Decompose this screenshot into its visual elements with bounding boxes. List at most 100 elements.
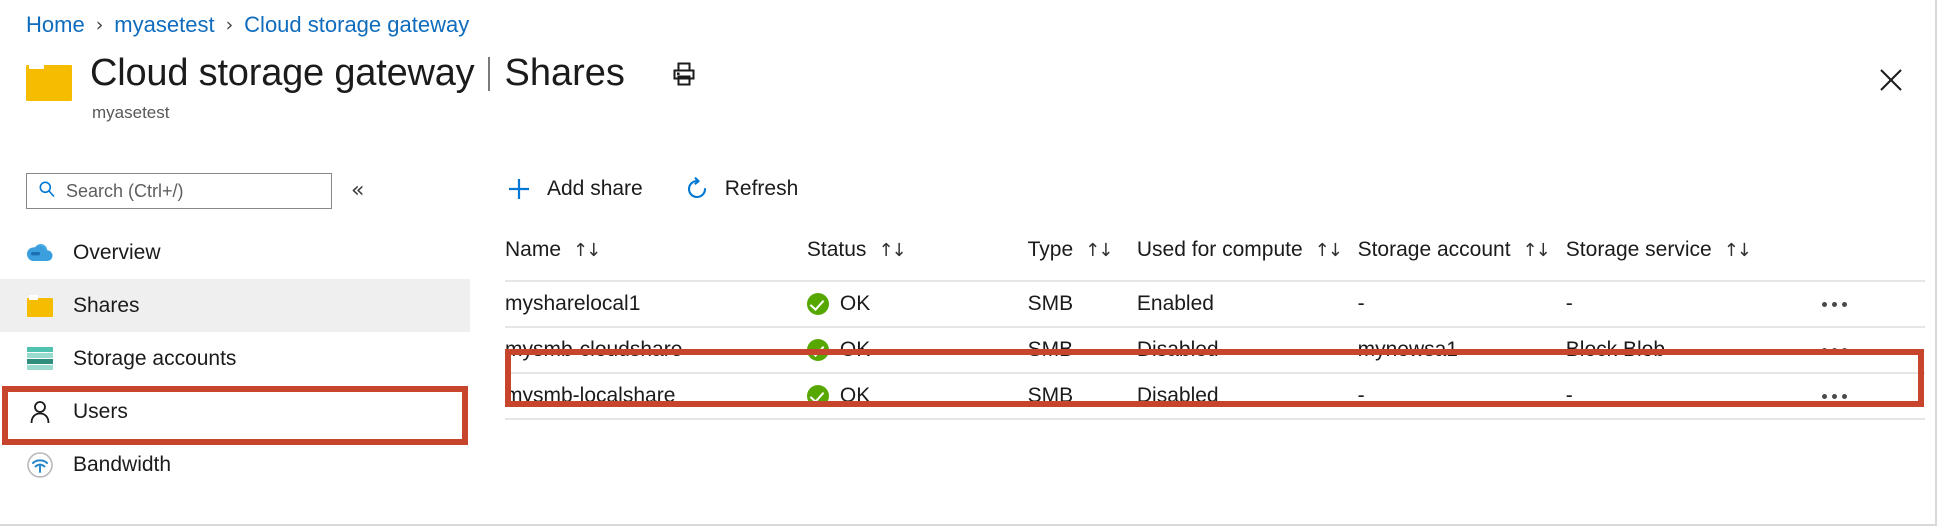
column-header-status[interactable]: Status ↑↓ [807, 220, 1028, 281]
sidebar-item-label: Bandwidth [73, 453, 171, 477]
cell-storage-service: - [1566, 281, 1800, 327]
search-icon [38, 180, 56, 203]
search-input[interactable] [66, 181, 311, 202]
breadcrumb-item-myasetest[interactable]: myasetest [114, 12, 214, 38]
column-label: Status [807, 238, 867, 262]
cell-storage-account: - [1358, 281, 1566, 327]
status-ok-icon [807, 293, 829, 315]
title-divider [488, 57, 490, 91]
cell-storage-service: - [1566, 373, 1800, 419]
cell-status: OK [807, 373, 1028, 419]
cell-actions [1800, 373, 1925, 419]
cell-storage-account: mynewsa1 [1358, 327, 1566, 373]
printer-icon[interactable] [669, 59, 699, 89]
cell-used-for-compute: Disabled [1137, 373, 1358, 419]
table-header: Name ↑↓ Status ↑↓ Type ↑↓ [505, 220, 1925, 281]
status-badge: OK [840, 292, 870, 316]
cell-used-for-compute: Enabled [1137, 281, 1358, 327]
page-header: Cloud storage gateway Shares myasetest [26, 52, 699, 123]
folder-icon [26, 292, 54, 320]
column-label: Storage account [1358, 238, 1511, 262]
breadcrumb: Home › myasetest › Cloud storage gateway [26, 8, 469, 42]
add-share-label: Add share [547, 177, 643, 201]
cell-status: OK [807, 327, 1028, 373]
status-badge: OK [840, 384, 870, 408]
column-label: Used for compute [1137, 238, 1303, 262]
refresh-button[interactable]: Refresh [683, 175, 799, 203]
sidebar-item-label: Storage accounts [73, 347, 236, 371]
azure-portal-blade: Home › myasetest › Cloud storage gateway… [0, 0, 1937, 526]
command-bar: Add share Refresh [505, 166, 838, 212]
column-header-name[interactable]: Name ↑↓ [505, 220, 807, 281]
cell-name: mysmb-cloudshare [505, 327, 807, 373]
breadcrumb-separator: › [96, 14, 104, 36]
table-row[interactable]: mysmb-cloudshare OK SMB Disabled mynewsa… [505, 327, 1925, 373]
cell-storage-service: Block Blob [1566, 327, 1800, 373]
ellipsis-icon[interactable] [1800, 302, 1925, 307]
storage-accounts-icon [26, 345, 54, 373]
sidebar: « Overview [0, 160, 470, 526]
page-title: Cloud storage gateway [90, 52, 474, 95]
sidebar-item-storage-accounts[interactable]: Storage accounts [0, 332, 470, 385]
cell-type: SMB [1028, 327, 1137, 373]
user-icon [26, 398, 54, 426]
folder-icon [26, 61, 72, 101]
column-header-actions [1800, 220, 1925, 281]
ellipsis-icon[interactable] [1800, 348, 1925, 353]
table-header-row: Name ↑↓ Status ↑↓ Type ↑↓ [505, 220, 1925, 281]
cell-storage-account: - [1358, 373, 1566, 419]
main-content: Add share Refresh Name ↑↓ [505, 160, 1925, 526]
cell-actions [1800, 281, 1925, 327]
status-ok-icon [807, 339, 829, 361]
sidebar-search-row: « [26, 173, 364, 209]
sidebar-item-shares[interactable]: Shares [0, 279, 470, 332]
sort-icon[interactable]: ↑↓ [1315, 240, 1341, 261]
table-body: mysharelocal1 OK SMB Enabled - - [505, 281, 1925, 419]
column-header-storage-account[interactable]: Storage account ↑↓ [1358, 220, 1566, 281]
column-label: Storage service [1566, 238, 1712, 262]
page-subtitle: myasetest [92, 103, 699, 123]
shares-table: Name ↑↓ Status ↑↓ Type ↑↓ [505, 220, 1925, 420]
bandwidth-icon [26, 451, 54, 479]
cell-used-for-compute: Disabled [1137, 327, 1358, 373]
sidebar-item-overview[interactable]: Overview [0, 226, 470, 279]
sidebar-item-users[interactable]: Users [0, 385, 470, 438]
sidebar-item-label: Overview [73, 241, 161, 265]
cell-actions [1800, 327, 1925, 373]
table-row[interactable]: mysmb-localshare OK SMB Disabled - - [505, 373, 1925, 419]
column-header-used-for-compute[interactable]: Used for compute ↑↓ [1137, 220, 1358, 281]
close-icon[interactable] [1874, 63, 1908, 97]
refresh-icon [683, 175, 711, 203]
sidebar-item-label: Shares [73, 294, 140, 318]
plus-icon [505, 175, 533, 203]
page-section-title: Shares [504, 52, 624, 95]
search-box[interactable] [26, 173, 332, 209]
add-share-button[interactable]: Add share [505, 175, 643, 203]
column-header-type[interactable]: Type ↑↓ [1028, 220, 1137, 281]
sort-icon[interactable]: ↑↓ [1523, 240, 1549, 261]
refresh-label: Refresh [725, 177, 799, 201]
collapse-sidebar-icon[interactable]: « [351, 180, 364, 202]
cloud-icon [26, 239, 54, 267]
status-ok-icon [807, 385, 829, 407]
sort-icon[interactable]: ↑↓ [1724, 240, 1750, 261]
breadcrumb-separator: › [226, 14, 234, 36]
breadcrumb-item-cloud-storage-gateway[interactable]: Cloud storage gateway [244, 12, 469, 38]
cell-name: mysharelocal1 [505, 281, 807, 327]
sort-icon[interactable]: ↑↓ [878, 240, 904, 261]
sort-icon[interactable]: ↑↓ [1085, 240, 1111, 261]
table-row[interactable]: mysharelocal1 OK SMB Enabled - - [505, 281, 1925, 327]
cell-name: mysmb-localshare [505, 373, 807, 419]
cell-status: OK [807, 281, 1028, 327]
status-badge: OK [840, 338, 870, 362]
sort-icon[interactable]: ↑↓ [573, 240, 599, 261]
ellipsis-icon[interactable] [1800, 394, 1925, 399]
column-label: Name [505, 238, 561, 262]
sidebar-nav-list: Overview Shares [0, 226, 470, 491]
column-header-storage-service[interactable]: Storage service ↑↓ [1566, 220, 1800, 281]
column-label: Type [1028, 238, 1074, 262]
cell-type: SMB [1028, 281, 1137, 327]
breadcrumb-item-home[interactable]: Home [26, 12, 85, 38]
sidebar-item-label: Users [73, 400, 128, 424]
sidebar-item-bandwidth[interactable]: Bandwidth [0, 438, 470, 491]
